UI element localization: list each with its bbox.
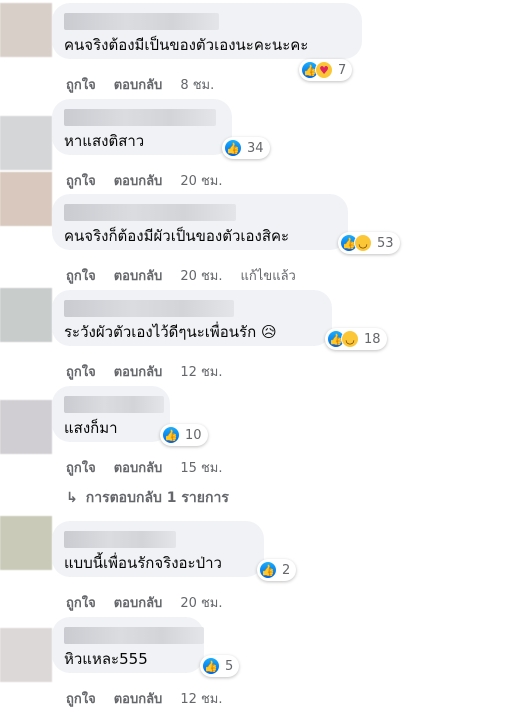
haha-icon: ◡	[354, 234, 372, 252]
avatar[interactable]	[0, 400, 52, 454]
reply-button[interactable]: ตอบกลับ	[114, 457, 163, 478]
like-button[interactable]: ถูกใจ	[66, 688, 96, 709]
comment-text: หิวแหละ555	[64, 650, 148, 668]
comment-actions: ถูกใจ ตอบกลับ 12 ชม.	[66, 688, 223, 709]
commenter-name-redacted[interactable]	[64, 531, 176, 548]
edited-label[interactable]: แก้ไขแล้ว	[241, 265, 296, 286]
like-icon: 👍	[224, 139, 242, 157]
like-icon: 👍	[202, 657, 220, 675]
comment-text: คนจริงต้องมีเป็นของตัวเองนะคะนะคะ	[64, 36, 309, 54]
reply-button[interactable]: ตอบกลับ	[114, 74, 163, 95]
reaction-count: 7	[338, 62, 347, 78]
reply-arrow-icon: ↳	[66, 490, 78, 506]
like-button[interactable]: ถูกใจ	[66, 74, 96, 95]
reply-button[interactable]: ตอบกลับ	[114, 688, 163, 709]
like-button[interactable]: ถูกใจ	[66, 457, 96, 478]
comment-actions: ถูกใจ ตอบกลับ 20 ชม. แก้ไขแล้ว	[66, 265, 296, 286]
comment-actions: ถูกใจ ตอบกลับ 8 ชม.	[66, 74, 214, 95]
haha-icon: ◡	[341, 330, 359, 348]
comment-time[interactable]: 8 ชม.	[180, 74, 214, 95]
reaction-count: 53	[377, 235, 394, 251]
reaction-summary[interactable]: 👍 34	[222, 137, 270, 159]
like-button[interactable]: ถูกใจ	[66, 592, 96, 613]
comment-actions: ถูกใจ ตอบกลับ 20 ชม.	[66, 170, 223, 191]
avatar[interactable]	[0, 288, 52, 342]
commenter-name-redacted[interactable]	[64, 13, 219, 30]
comment-bubble: หิวแหละ555	[52, 617, 204, 673]
comment-time[interactable]: 15 ชม.	[180, 457, 222, 478]
avatar[interactable]	[0, 3, 52, 57]
commenter-name-redacted[interactable]	[64, 627, 204, 644]
commenter-name-redacted[interactable]	[64, 396, 164, 413]
reply-button[interactable]: ตอบกลับ	[114, 592, 163, 613]
reaction-summary[interactable]: 👍 10	[160, 424, 208, 446]
reaction-count: 5	[225, 658, 234, 674]
comment-time[interactable]: 12 ชม.	[180, 688, 222, 709]
reply-button[interactable]: ตอบกลับ	[114, 361, 163, 382]
comment-time[interactable]: 20 ชม.	[180, 170, 222, 191]
comment-text: แบบนี้เพื่อนรักจริงอะป่าว	[64, 554, 222, 572]
reaction-summary[interactable]: 👍 5	[200, 655, 240, 677]
reaction-count: 10	[185, 427, 202, 443]
comment-time[interactable]: 12 ชม.	[180, 361, 222, 382]
reply-button[interactable]: ตอบกลับ	[114, 170, 163, 191]
like-button[interactable]: ถูกใจ	[66, 361, 96, 382]
comment-bubble: คนจริงต้องมีเป็นของตัวเองนะคะนะคะ	[52, 3, 362, 59]
comment-text: หาแสงติสาว	[64, 132, 145, 150]
comment-text: คนจริงก็ต้องมีผัวเป็นของตัวเองสิคะ	[64, 227, 290, 245]
like-button[interactable]: ถูกใจ	[66, 170, 96, 191]
avatar[interactable]	[0, 516, 52, 570]
commenter-name-redacted[interactable]	[64, 204, 236, 221]
reaction-summary[interactable]: 👍 ◡ 18	[325, 328, 387, 350]
reaction-summary[interactable]: 👍 2	[257, 559, 297, 581]
avatar[interactable]	[0, 172, 52, 226]
comment-bubble: คนจริงก็ต้องมีผัวเป็นของตัวเองสิคะ	[52, 194, 348, 250]
like-button[interactable]: ถูกใจ	[66, 265, 96, 286]
commenter-name-redacted[interactable]	[64, 109, 216, 126]
comment-text: แสงก็มา	[64, 419, 118, 437]
like-icon: 👍	[259, 561, 277, 579]
like-icon: 👍	[162, 426, 180, 444]
comment-bubble: ระวังผัวตัวเองไว้ดีๆนะเพื่อนรัก 😥	[52, 290, 332, 346]
care-icon: ♥	[315, 61, 333, 79]
comment-text: ระวังผัวตัวเองไว้ดีๆนะเพื่อนรัก 😥	[64, 323, 277, 341]
reaction-summary[interactable]: 👍 ◡ 53	[338, 232, 400, 254]
commenter-name-redacted[interactable]	[64, 300, 234, 317]
comment-bubble: แบบนี้เพื่อนรักจริงอะป่าว	[52, 521, 264, 577]
reaction-count: 2	[282, 562, 291, 578]
comment-actions: ถูกใจ ตอบกลับ 12 ชม.	[66, 361, 223, 382]
reaction-count: 34	[247, 140, 264, 156]
comment-actions: ถูกใจ ตอบกลับ 15 ชม.	[66, 457, 223, 478]
replies-count-label: การตอบกลับ 1 รายการ	[85, 490, 229, 506]
reaction-summary[interactable]: 👍 ♥ 7	[299, 59, 353, 81]
comment-actions: ถูกใจ ตอบกลับ 20 ชม.	[66, 592, 223, 613]
comment-bubble: หาแสงติสาว	[52, 99, 232, 155]
avatar[interactable]	[0, 116, 52, 170]
comment-time[interactable]: 20 ชม.	[180, 592, 222, 613]
reaction-count: 18	[364, 331, 381, 347]
reply-button[interactable]: ตอบกลับ	[114, 265, 163, 286]
comment-bubble: แสงก็มา	[52, 386, 170, 442]
comment-time[interactable]: 20 ชม.	[180, 265, 222, 286]
view-replies-link[interactable]: ↳ การตอบกลับ 1 รายการ	[66, 487, 229, 509]
avatar[interactable]	[0, 628, 52, 682]
